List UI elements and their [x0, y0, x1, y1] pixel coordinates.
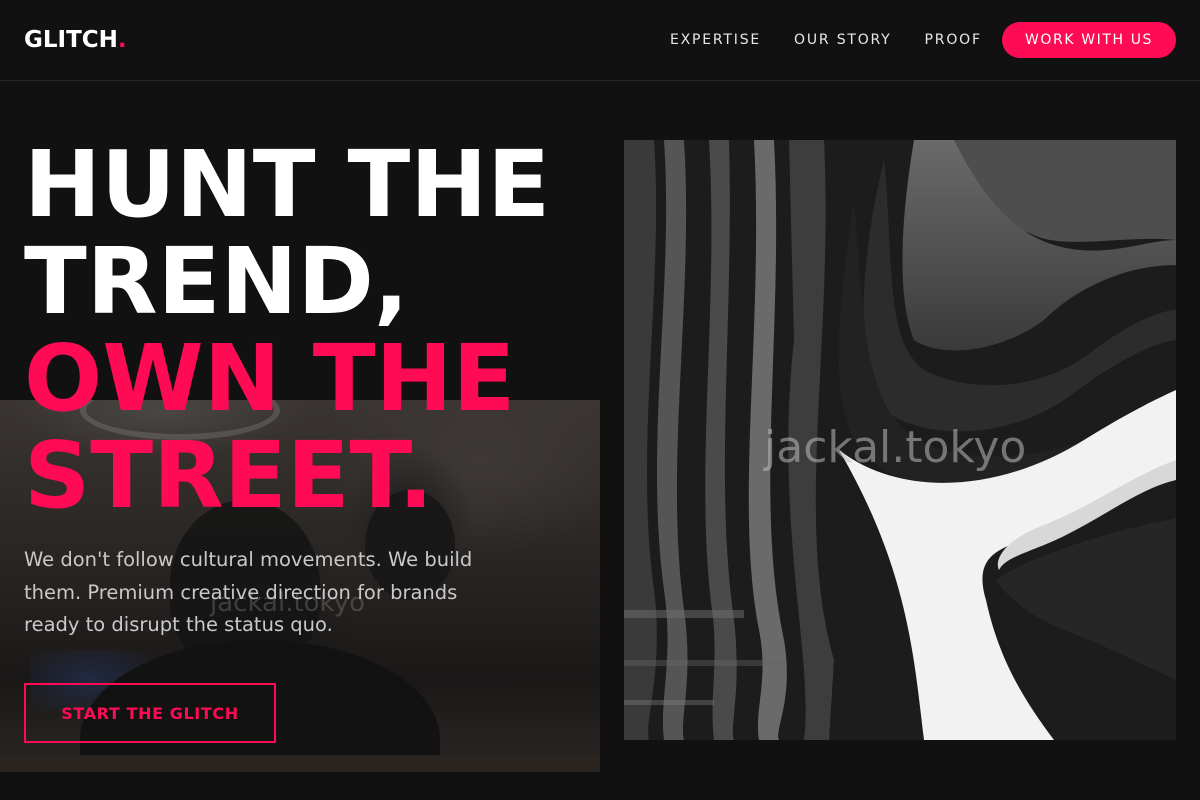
nav-item-proof[interactable]: PROOF	[925, 31, 982, 49]
hero-line-1: HUNT THE	[24, 131, 551, 238]
brand-name: GLITCH	[24, 27, 118, 53]
hero-artwork: jackal.tokyo	[624, 140, 1176, 740]
nav-item-expertise[interactable]: EXPERTISE	[670, 31, 761, 49]
landing-page: GLITCH. EXPERTISE OUR STORY PROOF WORK W…	[0, 0, 1200, 800]
hero-line-2: TREND,	[24, 228, 409, 335]
start-the-glitch-button[interactable]: START THE GLITCH	[24, 683, 276, 743]
brand-logo[interactable]: GLITCH.	[24, 26, 127, 54]
hero-line-4: STREET.	[24, 422, 434, 529]
brand-dot: .	[117, 27, 127, 53]
site-header: GLITCH. EXPERTISE OUR STORY PROOF WORK W…	[0, 0, 1200, 81]
nav-item-our-story[interactable]: OUR STORY	[794, 31, 892, 49]
hero-headline: HUNT THE TREND, OWN THE STREET.	[24, 136, 604, 524]
work-with-us-button[interactable]: WORK WITH US	[1002, 22, 1176, 58]
hero-line-3: OWN THE	[24, 325, 516, 432]
art-watermark: jackal.tokyo	[764, 422, 1027, 473]
main-nav: EXPERTISE OUR STORY PROOF	[670, 31, 982, 49]
hero-description: We don't follow cultural movements. We b…	[24, 548, 473, 636]
